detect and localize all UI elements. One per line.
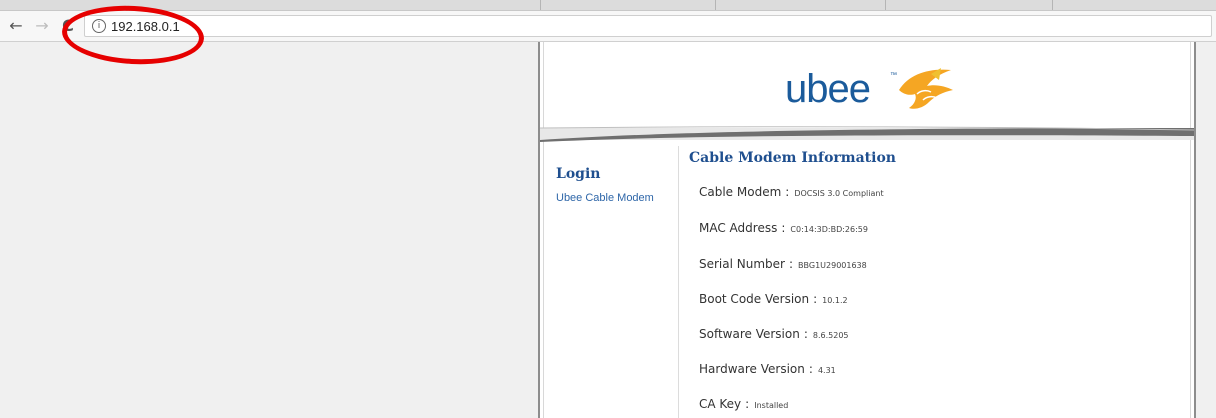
info-row-hardware-version: Hardware Version:4.31 [699,362,836,376]
frame-line [1190,42,1191,418]
info-value: 10.1.2 [822,296,848,305]
info-value: DOCSIS 3.0 Compliant [794,189,884,198]
info-separator: : [803,327,808,341]
info-separator: : [785,185,790,199]
info-row-mac-address: MAC Address: C0:14:3D:BD:26:59 [699,221,868,235]
info-heading: Cable Modem Information [689,150,896,166]
info-separator: : [788,257,794,271]
ubee-logo: ubee ™ [785,64,965,114]
forward-arrow-icon[interactable]: → [32,15,52,37]
info-row-cable-modem: Cable Modem: DOCSIS 3.0 Compliant [699,185,884,199]
info-value: 4.31 [817,366,836,375]
logo-wordmark: ubee [785,67,871,111]
back-arrow-icon[interactable]: ← [6,15,26,37]
address-bar[interactable]: i 192.168.0.1 [84,15,1212,37]
tab-divider [885,0,886,10]
tab-divider [1052,0,1053,10]
info-icon[interactable]: i [92,19,106,33]
login-heading[interactable]: Login [556,166,600,182]
ubee-cable-modem-link[interactable]: Ubee Cable Modem [556,192,654,204]
info-row-software-version: Software Version:8.6.5205 [699,327,849,341]
header-swoosh [540,126,1194,142]
info-value: 8.6.5205 [812,331,849,340]
info-separator: : [745,397,750,411]
tab-divider [715,0,716,10]
info-label: MAC Address [699,221,778,235]
tab-divider [540,0,541,10]
sidebar: Login Ubee Cable Modem [540,146,679,418]
info-value: C0:14:3D:BD:26:59 [790,225,868,234]
modem-page: ubee ™ Login Ubee Cable Modem Cable Mode… [538,42,1196,418]
info-separator: : [813,292,818,306]
fish-logo-icon [899,68,953,109]
info-separator: : [808,362,813,376]
info-label: Software Version [699,327,800,341]
info-value: Installed [754,401,789,410]
url-text[interactable]: 192.168.0.1 [111,19,180,35]
browser-toolbar: ← → C i 192.168.0.1 [0,11,1216,42]
info-row-ca-key: CA Key: Installed [699,397,788,411]
info-row-serial-number: Serial Number: BBG1U29001638 [699,257,867,271]
info-value: BBG1U29001638 [798,261,867,270]
info-row-boot-code-version: Boot Code Version:10.1.2 [699,292,848,306]
info-label: Serial Number [699,257,785,271]
info-separator: : [781,221,786,235]
info-label: Boot Code Version [699,292,810,306]
reload-icon[interactable]: C [58,15,78,37]
info-label: Hardware Version [699,362,805,376]
info-label: Cable Modem [699,185,782,199]
tab-strip [0,0,1216,11]
info-label: CA Key [699,397,742,411]
